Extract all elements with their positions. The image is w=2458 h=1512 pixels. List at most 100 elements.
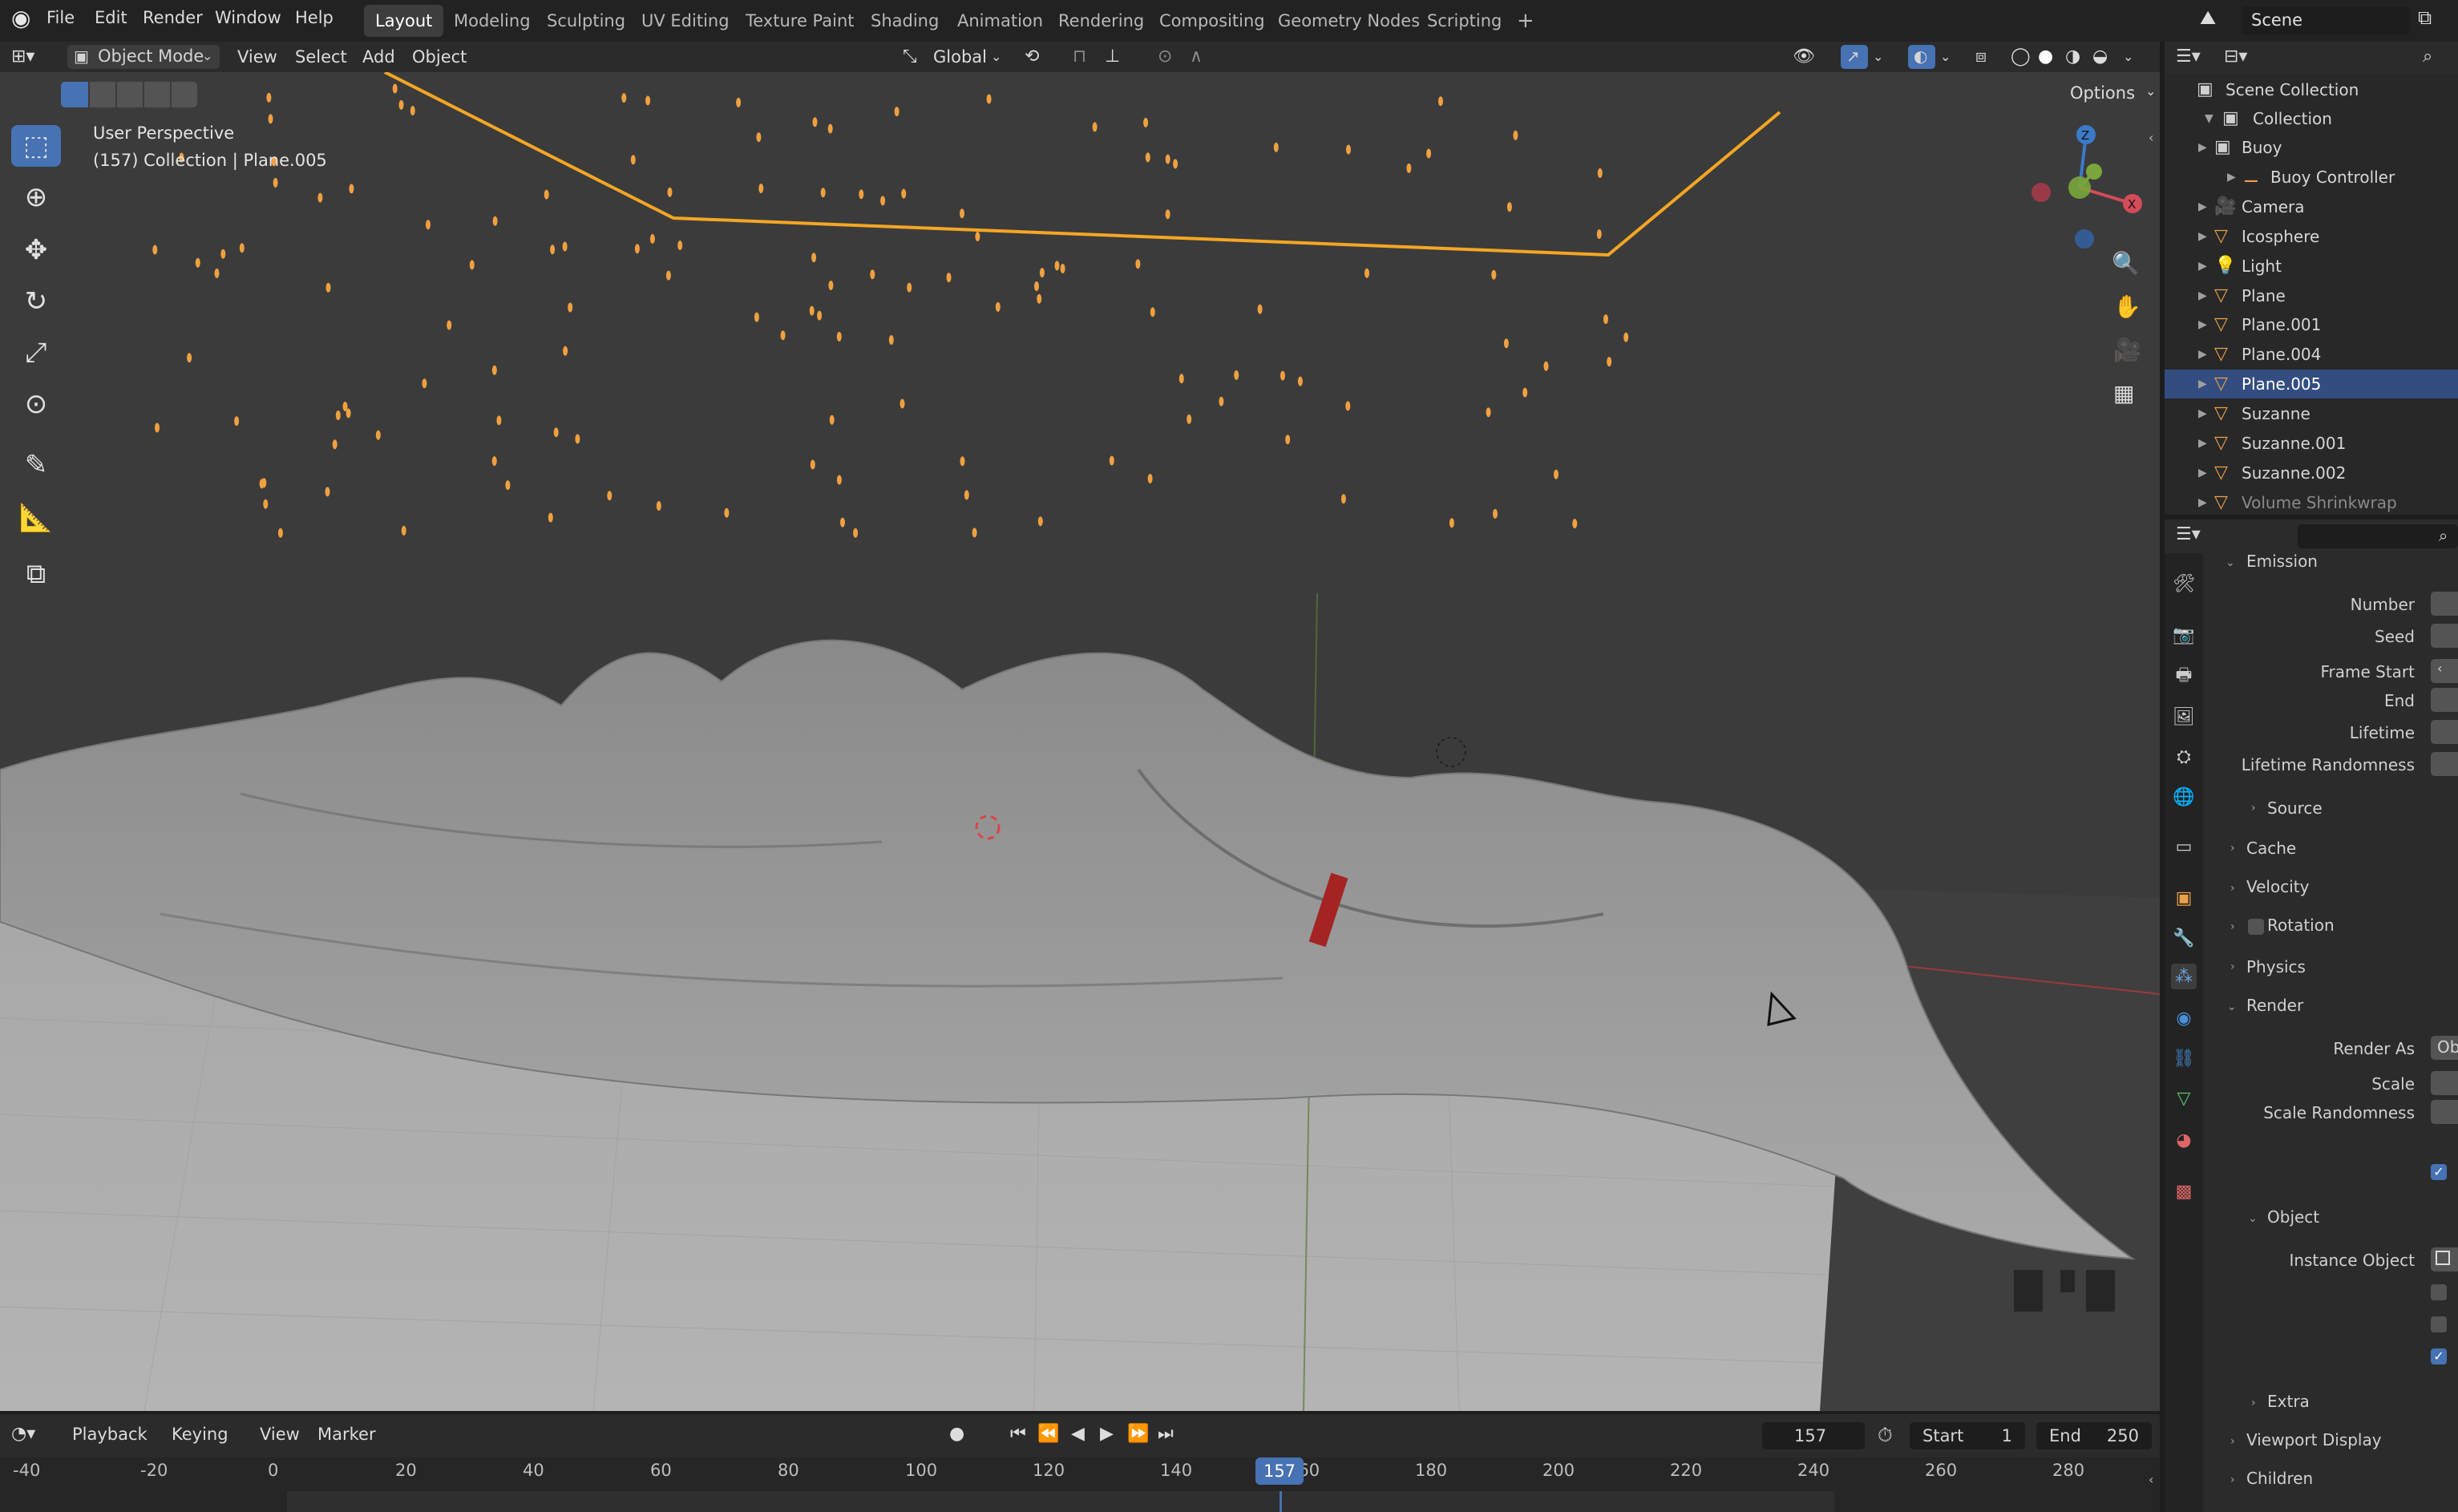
select-box-tool[interactable]: ⬚ (11, 125, 61, 167)
xray-icon[interactable]: ⧈ (1975, 45, 1987, 69)
collapse-sidebar-icon[interactable]: ‹ (2149, 130, 2153, 145)
select-subtract-icon[interactable] (117, 82, 143, 107)
outliner-collection[interactable]: ▼ ▣ Collection (2165, 104, 2458, 133)
outliner-editor-icon[interactable]: ☰▾ (2176, 46, 2201, 67)
expand-right-icon[interactable]: ▶ (2198, 281, 2207, 310)
tab-sculpting[interactable]: Sculpting (536, 5, 637, 37)
menu-help[interactable]: Help (295, 8, 334, 27)
menu-add[interactable]: Add (362, 45, 395, 69)
chevron-down-icon[interactable]: ⌄ (1873, 45, 1883, 69)
select-invert-icon[interactable] (144, 82, 170, 107)
outliner-item[interactable]: ▶ ▽ Suzanne.002 (2165, 459, 2458, 487)
outliner-item[interactable]: ▶ ▽ Plane.005 (2165, 370, 2458, 399)
display-mode-icon[interactable]: ⊟▾ (2224, 46, 2247, 67)
add-workspace-button[interactable]: + (1506, 5, 1546, 37)
frame-start-field[interactable]: ‹ (2431, 659, 2458, 683)
options-dropdown[interactable]: Options (2070, 83, 2135, 103)
frame-end-field[interactable] (2431, 688, 2458, 712)
snap-icon[interactable]: ⊓ (1073, 45, 1086, 69)
chevron-down-icon[interactable]: ⌄ (2145, 83, 2156, 99)
expand-down-icon[interactable]: ⌄ (2227, 1001, 2237, 1013)
expand-right-icon[interactable]: › (2230, 1435, 2235, 1448)
timeline-editor-icon[interactable]: ◔▾ (11, 1422, 35, 1446)
tab-layout[interactable]: Layout (364, 5, 444, 37)
preview-range-icon[interactable]: ⏱ (1878, 1424, 1893, 1446)
transform-orientation-icon[interactable]: ⤡ (903, 45, 917, 69)
render-option-checkbox[interactable]: ✓ (2431, 1164, 2447, 1180)
panel-render[interactable]: Render (2246, 996, 2303, 1015)
transform-orientation-dropdown[interactable]: Global (933, 45, 987, 69)
pivot-point-icon[interactable]: ⟲ (1025, 45, 1039, 69)
menu-window[interactable]: Window (215, 8, 281, 27)
tab-physics[interactable]: ◉ (2171, 1005, 2197, 1031)
tab-world[interactable]: 🌐 (2171, 784, 2197, 810)
tab-tool[interactable]: 🛠 (2171, 571, 2197, 596)
outliner-item[interactable]: ▶ ▽ Volume Shrinkwrap (2165, 488, 2458, 517)
expand-right-icon[interactable]: ▶ (2198, 459, 2207, 487)
perspective-grid-icon[interactable]: ▦ (2113, 380, 2134, 406)
collapse-icon[interactable]: ‹ (2149, 1472, 2153, 1487)
tab-shading[interactable]: Shading (859, 5, 950, 37)
expand-right-icon[interactable]: ▶ (2198, 310, 2207, 339)
overlays-toggle[interactable]: ◐ (1908, 45, 1935, 69)
add-cube-tool[interactable]: ⧉ (11, 553, 61, 595)
scene-name-field[interactable]: Scene (2242, 6, 2410, 35)
select-intersect-icon[interactable] (172, 82, 197, 107)
outliner-scene-collection[interactable]: ▣ Scene Collection (2165, 75, 2458, 104)
outliner-item[interactable]: ▶ ⚊ Buoy Controller (2165, 163, 2458, 192)
seed-field[interactable] (2431, 624, 2458, 648)
subpanel-extra[interactable]: Extra (2267, 1392, 2310, 1411)
render-as-dropdown[interactable]: Ob (2431, 1036, 2458, 1060)
expand-right-icon[interactable]: › (2251, 802, 2256, 815)
scene-selector-icon[interactable]: ⛰ (2200, 6, 2216, 29)
jump-start-icon[interactable]: ⏮ (1010, 1422, 1026, 1446)
panel-rotation[interactable]: Rotation (2267, 916, 2335, 935)
outliner-item[interactable]: ▶ ▽ Suzanne.001 (2165, 429, 2458, 458)
lifetime-randomness-field[interactable] (2431, 752, 2458, 776)
falloff-icon[interactable]: ∧ (1190, 45, 1203, 69)
scale-tool[interactable]: ⤢ (11, 332, 61, 374)
select-extend-icon[interactable] (90, 82, 115, 107)
panel-children[interactable]: Children (2246, 1469, 2313, 1488)
transform-tool[interactable]: ⊙ (11, 383, 61, 425)
menu-playback[interactable]: Playback (72, 1422, 148, 1446)
expand-right-icon[interactable]: › (2230, 1474, 2235, 1486)
properties-search-field[interactable]: ⌕ (2298, 524, 2458, 548)
expand-right-icon[interactable]: ▶ (2198, 252, 2207, 281)
scale-randomness-field[interactable] (2431, 1100, 2458, 1124)
tab-texture-paint[interactable]: Texture Paint (734, 5, 866, 37)
tab-particles[interactable]: ⁂ (2171, 964, 2197, 989)
blender-logo-icon[interactable]: ◉ (11, 5, 30, 31)
expand-right-icon[interactable]: › (2230, 920, 2235, 933)
visibility-icon[interactable]: 👁 (1793, 45, 1815, 69)
tab-material[interactable]: ◕ (2171, 1127, 2197, 1153)
tab-animation[interactable]: Animation (946, 5, 1054, 37)
end-frame-field[interactable]: End 250 (2036, 1422, 2152, 1449)
outliner-item[interactable]: ▶ ▽ Plane (2165, 281, 2458, 310)
tab-scene[interactable]: ⛭ (2171, 744, 2197, 770)
instance-object-field[interactable] (2431, 1247, 2458, 1271)
tab-data[interactable]: ▽ (2171, 1085, 2197, 1111)
3d-viewport[interactable]: User Perspective (157) Collection | Plan… (0, 72, 2160, 1411)
menu-select[interactable]: Select (295, 45, 347, 69)
expand-right-icon[interactable]: › (2230, 960, 2235, 973)
expand-right-icon[interactable]: ▶ (2198, 370, 2207, 398)
measure-tool[interactable]: 📐 (11, 497, 61, 539)
tab-render[interactable]: 📷 (2171, 622, 2197, 648)
annotate-tool[interactable]: ✎ (11, 444, 61, 486)
proportional-editing-icon[interactable]: ⊙ (1158, 45, 1172, 69)
tab-geometry-nodes[interactable]: Geometry Nodes (1267, 5, 1431, 37)
option-checkbox[interactable] (2431, 1316, 2447, 1332)
gizmo-neg-x[interactable] (2031, 183, 2051, 202)
play-icon[interactable]: ▶ (1100, 1422, 1114, 1446)
gizmo-neg-y[interactable] (2068, 176, 2091, 199)
subpanel-source[interactable]: Source (2267, 798, 2323, 818)
option-checkbox[interactable]: ✓ (2431, 1348, 2447, 1364)
expand-right-icon[interactable]: › (2230, 882, 2235, 895)
expand-right-icon[interactable]: ▶ (2198, 429, 2207, 458)
tab-rendering[interactable]: Rendering (1047, 5, 1155, 37)
tab-object[interactable]: ▣ (2171, 885, 2197, 911)
auto-keying-icon[interactable]: ● (949, 1422, 964, 1446)
expand-right-icon[interactable]: ▶ (2198, 340, 2207, 369)
snap-target-icon[interactable]: ⊥ (1105, 45, 1120, 69)
